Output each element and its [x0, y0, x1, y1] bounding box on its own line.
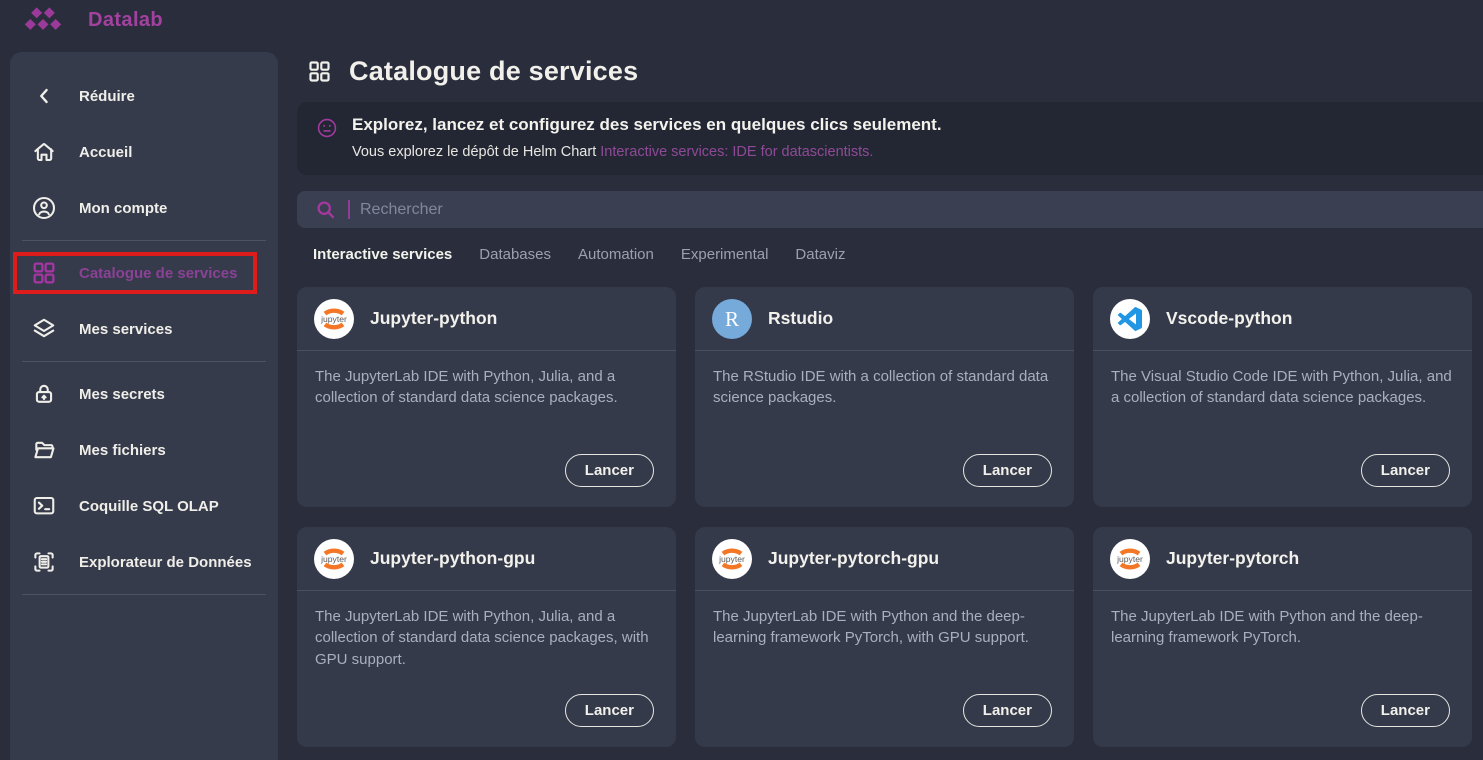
banner-title: Explorez, lancez et configurez des servi… [352, 115, 942, 135]
service-card: jupyter Jupyter-python The JupyterLab ID… [297, 287, 676, 507]
search-icon [314, 198, 338, 222]
banner-catalog-link[interactable]: Interactive services: IDE for datascient… [600, 144, 873, 160]
service-description: The JupyterLab IDE with Python and the d… [695, 591, 1074, 649]
search-input[interactable] [360, 201, 1483, 219]
sidebar-item-label: Mes secrets [79, 386, 165, 403]
category-tabs: Interactive services Databases Automatio… [313, 246, 1483, 267]
card-header: jupyter Jupyter-pytorch [1093, 527, 1472, 591]
tab-automation[interactable]: Automation [578, 246, 654, 267]
sidebar-item-label: Mon compte [79, 200, 167, 217]
service-title: Jupyter-python-gpu [370, 548, 535, 569]
grid-icon [307, 59, 332, 84]
sidebar-item-mes-fichiers[interactable]: Mes fichiers [10, 422, 278, 478]
banner-subtitle-prefix: Vous explorez le dépôt de Helm Chart [352, 144, 600, 160]
tab-databases[interactable]: Databases [479, 246, 551, 267]
sidebar-item-mon-compte[interactable]: Mon compte [10, 180, 278, 236]
folder-icon [31, 437, 57, 463]
jupyter-logo-icon: jupyter [1110, 539, 1150, 579]
grid-icon [31, 260, 57, 286]
app-title[interactable]: Datalab [88, 9, 163, 32]
tab-experimental[interactable]: Experimental [681, 246, 769, 267]
launch-button[interactable]: Lancer [1361, 694, 1450, 727]
chevron-left-icon [31, 83, 57, 109]
home-icon [31, 139, 57, 165]
service-description: The JupyterLab IDE with Python, Julia, a… [297, 591, 676, 670]
svg-text:jupyter: jupyter [320, 554, 347, 564]
text-cursor [348, 200, 350, 219]
sidebar-item-label: Accueil [79, 144, 132, 161]
sidebar-item-label: Explorateur de Données [79, 554, 252, 571]
service-description: The JupyterLab IDE with Python, Julia, a… [297, 351, 676, 409]
launch-button[interactable]: Lancer [963, 694, 1052, 727]
svg-text:R: R [725, 307, 739, 331]
card-header: jupyter Jupyter-python-gpu [297, 527, 676, 591]
sidebar-item-label: Réduire [79, 88, 135, 105]
service-card: R Rstudio The RStudio IDE with a collect… [695, 287, 1074, 507]
launch-button[interactable]: Lancer [565, 454, 654, 487]
lock-icon [31, 381, 57, 407]
sidebar-item-label: Catalogue de services [79, 265, 237, 282]
vscode-logo-icon [1110, 299, 1150, 339]
card-header: Vscode-python [1093, 287, 1472, 351]
service-title: Jupyter-pytorch-gpu [768, 548, 939, 569]
sidebar-item-label: Mes services [79, 321, 172, 338]
topbar: Datalab [0, 0, 1483, 40]
service-card: jupyter Jupyter-python-gpu The JupyterLa… [297, 527, 676, 747]
search-bar[interactable] [297, 191, 1483, 228]
banner-subtitle: Vous explorez le dépôt de Helm Chart Int… [352, 144, 942, 160]
sidebar-item-mes-secrets[interactable]: Mes secrets [10, 366, 278, 422]
sidebar-item-reduire[interactable]: Réduire [10, 68, 278, 124]
tab-dataviz[interactable]: Dataviz [795, 246, 845, 267]
page-header: Catalogue de services [307, 56, 1483, 87]
divider [22, 594, 266, 595]
card-header: jupyter Jupyter-pytorch-gpu [695, 527, 1074, 591]
service-card-grid: jupyter Jupyter-python The JupyterLab ID… [297, 287, 1472, 747]
layers-icon [31, 316, 57, 342]
sidebar-item-label: Mes fichiers [79, 442, 166, 459]
terminal-icon [31, 493, 57, 519]
service-description: The JupyterLab IDE with Python and the d… [1093, 591, 1472, 649]
page-title: Catalogue de services [349, 56, 638, 87]
tab-interactive-services[interactable]: Interactive services [313, 246, 452, 267]
service-card: jupyter Jupyter-pytorch The JupyterLab I… [1093, 527, 1472, 747]
svg-text:jupyter: jupyter [1116, 554, 1143, 564]
sidebar-item-mes-services[interactable]: Mes services [10, 301, 278, 357]
service-title: Jupyter-pytorch [1166, 548, 1299, 569]
service-title: Jupyter-python [370, 308, 497, 329]
jupyter-logo-icon: jupyter [712, 539, 752, 579]
card-header: R Rstudio [695, 287, 1074, 351]
sidebar-item-label: Coquille SQL OLAP [79, 498, 219, 515]
sidebar: Réduire Accueil Mon compte [10, 52, 278, 760]
divider [22, 361, 266, 362]
main-content: Catalogue de services Explorez, lancez e… [295, 40, 1483, 747]
svg-text:jupyter: jupyter [718, 554, 745, 564]
data-explorer-icon [31, 549, 57, 575]
service-description: The Visual Studio Code IDE with Python, … [1093, 351, 1472, 409]
launch-button[interactable]: Lancer [565, 694, 654, 727]
account-icon [31, 195, 57, 221]
jupyter-logo-icon: jupyter [314, 299, 354, 339]
smiley-icon [316, 117, 338, 139]
jupyter-logo-icon: jupyter [314, 539, 354, 579]
service-description: The RStudio IDE with a collection of sta… [695, 351, 1074, 409]
sidebar-item-explorateur-de-donnees[interactable]: Explorateur de Données [10, 534, 278, 590]
sidebar-item-coquille-sql-olap[interactable]: Coquille SQL OLAP [10, 478, 278, 534]
info-banner: Explorez, lancez et configurez des servi… [297, 102, 1483, 175]
rstudio-logo-icon: R [712, 299, 752, 339]
divider [22, 240, 266, 241]
banner-text: Explorez, lancez et configurez des servi… [352, 115, 942, 160]
service-title: Vscode-python [1166, 308, 1292, 329]
svg-text:jupyter: jupyter [320, 314, 347, 324]
sidebar-item-catalogue-de-services[interactable]: Catalogue de services [10, 245, 278, 301]
sidebar-item-accueil[interactable]: Accueil [10, 124, 278, 180]
card-header: jupyter Jupyter-python [297, 287, 676, 351]
service-card: Vscode-python The Visual Studio Code IDE… [1093, 287, 1472, 507]
datalab-logo-icon[interactable] [24, 6, 62, 34]
launch-button[interactable]: Lancer [1361, 454, 1450, 487]
service-title: Rstudio [768, 308, 833, 329]
launch-button[interactable]: Lancer [963, 454, 1052, 487]
service-card: jupyter Jupyter-pytorch-gpu The JupyterL… [695, 527, 1074, 747]
